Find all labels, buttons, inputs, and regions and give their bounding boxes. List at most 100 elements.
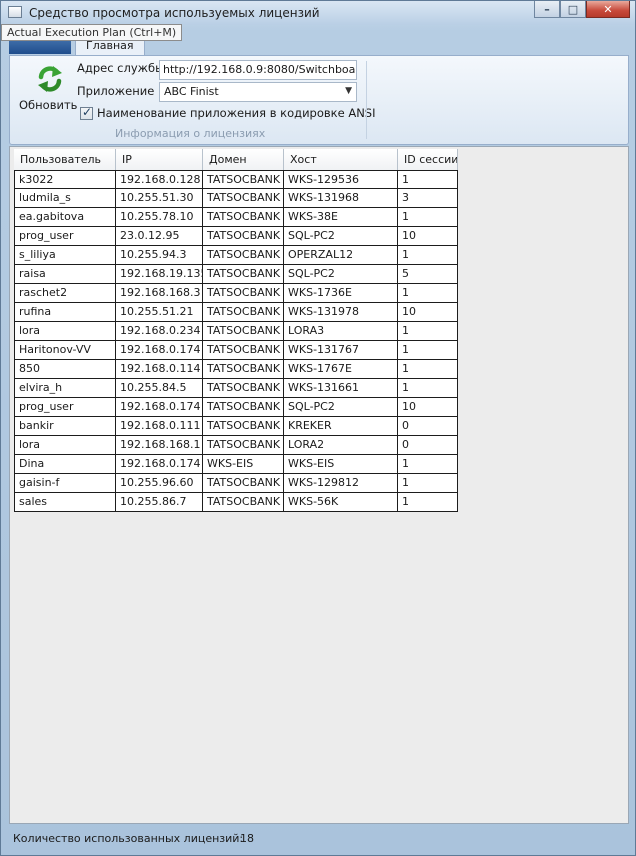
table-cell[interactable]: SQL-PC2	[284, 398, 398, 417]
table-cell[interactable]: 1	[398, 379, 458, 398]
table-cell[interactable]: 3	[398, 189, 458, 208]
table-cell[interactable]: TATSOCBANK	[203, 417, 284, 436]
table-cell[interactable]: WKS-129536	[284, 170, 398, 189]
table-cell[interactable]: LORA2	[284, 436, 398, 455]
table-cell[interactable]: 1	[398, 208, 458, 227]
table-cell[interactable]: 192.168.0.114	[116, 360, 203, 379]
table-cell[interactable]: WKS-131968	[284, 189, 398, 208]
table-cell[interactable]: 10	[398, 303, 458, 322]
table-cell[interactable]: 850	[14, 360, 116, 379]
table-cell[interactable]: WKS-38E	[284, 208, 398, 227]
table-row[interactable]: sales 10.255.86.7 TATSOCBANK WKS-56K 1	[14, 493, 458, 512]
table-cell[interactable]: TATSOCBANK	[203, 360, 284, 379]
table-cell[interactable]: 1	[398, 284, 458, 303]
table-cell[interactable]: 192.168.0.174	[116, 341, 203, 360]
table-cell[interactable]: SQL-PC2	[284, 265, 398, 284]
table-row[interactable]: lora 192.168.0.234 TATSOCBANK LORA3 1	[14, 322, 458, 341]
table-cell[interactable]: TATSOCBANK	[203, 493, 284, 512]
table-cell[interactable]: prog_user	[14, 227, 116, 246]
table-cell[interactable]: 1	[398, 170, 458, 189]
table-cell[interactable]: TATSOCBANK	[203, 246, 284, 265]
table-row[interactable]: k3022 192.168.0.128 TATSOCBANK WKS-129536 1	[14, 170, 458, 189]
column-header-session-id[interactable]: ID сессии	[398, 149, 458, 170]
table-cell[interactable]: TATSOCBANK	[203, 208, 284, 227]
table-cell[interactable]: raschet2	[14, 284, 116, 303]
table-cell[interactable]: TATSOCBANK	[203, 341, 284, 360]
table-cell[interactable]: TATSOCBANK	[203, 379, 284, 398]
table-cell[interactable]: k3022	[14, 170, 116, 189]
table-cell[interactable]: TATSOCBANK	[203, 436, 284, 455]
table-cell[interactable]: 1	[398, 360, 458, 379]
table-cell[interactable]: 192.168.168.3	[116, 284, 203, 303]
minimize-button[interactable]: –	[534, 1, 560, 18]
table-cell[interactable]: lora	[14, 436, 116, 455]
table-cell[interactable]: 192.168.0.174	[116, 398, 203, 417]
table-cell[interactable]: 10.255.51.30	[116, 189, 203, 208]
table-cell[interactable]: ea.gabitova	[14, 208, 116, 227]
table-cell[interactable]: raisa	[14, 265, 116, 284]
table-row[interactable]: Haritonov-VV 192.168.0.174 TATSOCBANK WKS-1…	[14, 341, 458, 360]
table-cell[interactable]: LORA3	[284, 322, 398, 341]
table-cell[interactable]: bankir	[14, 417, 116, 436]
table-cell[interactable]: TATSOCBANK	[203, 227, 284, 246]
table-row[interactable]: elvira_h 10.255.84.5 TATSOCBANK WKS-131661 1	[14, 379, 458, 398]
table-cell[interactable]: 192.168.0.128	[116, 170, 203, 189]
table-cell[interactable]: TATSOCBANK	[203, 265, 284, 284]
table-cell[interactable]: 1	[398, 322, 458, 341]
table-row[interactable]: ea.gabitova 10.255.78.10 TATSOCBANK WKS-38E…	[14, 208, 458, 227]
address-input[interactable]: http://192.168.0.9:8080/Switchboard	[159, 60, 357, 80]
close-button[interactable]: ✕	[586, 1, 630, 18]
table-cell[interactable]: TATSOCBANK	[203, 170, 284, 189]
table-row[interactable]: prog_user 192.168.0.174 TATSOCBANK SQL-PC2 1…	[14, 398, 458, 417]
table-row[interactable]: raschet2 192.168.168.3 TATSOCBANK WKS-1736E…	[14, 284, 458, 303]
table-cell[interactable]: WKS-56K	[284, 493, 398, 512]
column-header-host[interactable]: Хост	[284, 149, 398, 170]
table-cell[interactable]: WKS-EIS	[284, 455, 398, 474]
table-cell[interactable]: 10	[398, 227, 458, 246]
table-cell[interactable]: TATSOCBANK	[203, 189, 284, 208]
chevron-down-icon[interactable]: ▼	[345, 86, 352, 96]
table-row[interactable]: 850 192.168.0.114 TATSOCBANK WKS-1767E 1	[14, 360, 458, 379]
table-cell[interactable]: 5	[398, 265, 458, 284]
table-cell[interactable]: TATSOCBANK	[203, 303, 284, 322]
table-cell[interactable]: rufina	[14, 303, 116, 322]
table-cell[interactable]: 10.255.51.21	[116, 303, 203, 322]
table-cell[interactable]: TATSOCBANK	[203, 398, 284, 417]
table-cell[interactable]: 1	[398, 493, 458, 512]
table-cell[interactable]: 1	[398, 341, 458, 360]
table-cell[interactable]: 192.168.0.174	[116, 455, 203, 474]
table-cell[interactable]: ludmila_s	[14, 189, 116, 208]
table-cell[interactable]: 192.168.19.135	[116, 265, 203, 284]
table-cell[interactable]: WKS-1767E	[284, 360, 398, 379]
table-cell[interactable]: 10.255.86.7	[116, 493, 203, 512]
table-cell[interactable]: 192.168.0.111	[116, 417, 203, 436]
table-cell[interactable]: 10.255.94.3	[116, 246, 203, 265]
table-row[interactable]: prog_user 23.0.12.95 TATSOCBANK SQL-PC2 10	[14, 227, 458, 246]
table-row[interactable]: gaisin-f 10.255.96.60 TATSOCBANK WKS-129812…	[14, 474, 458, 493]
table-cell[interactable]: WKS-131661	[284, 379, 398, 398]
table-cell[interactable]: WKS-129812	[284, 474, 398, 493]
table-cell[interactable]: WKS-131978	[284, 303, 398, 322]
table-row[interactable]: rufina 10.255.51.21 TATSOCBANK WKS-131978 10	[14, 303, 458, 322]
table-row[interactable]: ludmila_s 10.255.51.30 TATSOCBANK WKS-13196…	[14, 189, 458, 208]
refresh-button[interactable]: Обновить	[16, 60, 77, 116]
table-cell[interactable]: gaisin-f	[14, 474, 116, 493]
table-cell[interactable]: 192.168.0.234	[116, 322, 203, 341]
table-cell[interactable]: OPERZAL12	[284, 246, 398, 265]
table-cell[interactable]: 0	[398, 436, 458, 455]
table-cell[interactable]: 1	[398, 474, 458, 493]
table-cell[interactable]: 10	[398, 398, 458, 417]
table-cell[interactable]: elvira_h	[14, 379, 116, 398]
table-cell[interactable]: WKS-131767	[284, 341, 398, 360]
table-row[interactable]: lora 192.168.168.1 TATSOCBANK LORA2 0	[14, 436, 458, 455]
title-bar[interactable]: Средство просмотра используемых лицензий…	[1, 1, 635, 25]
table-cell[interactable]: 10.255.78.10	[116, 208, 203, 227]
table-cell[interactable]: Dina	[14, 455, 116, 474]
table-cell[interactable]: s_liliya	[14, 246, 116, 265]
table-cell[interactable]: TATSOCBANK	[203, 284, 284, 303]
column-header-domain[interactable]: Домен	[203, 149, 284, 170]
table-cell[interactable]: prog_user	[14, 398, 116, 417]
table-cell[interactable]: 0	[398, 417, 458, 436]
table-cell[interactable]: sales	[14, 493, 116, 512]
table-cell[interactable]: 10.255.96.60	[116, 474, 203, 493]
